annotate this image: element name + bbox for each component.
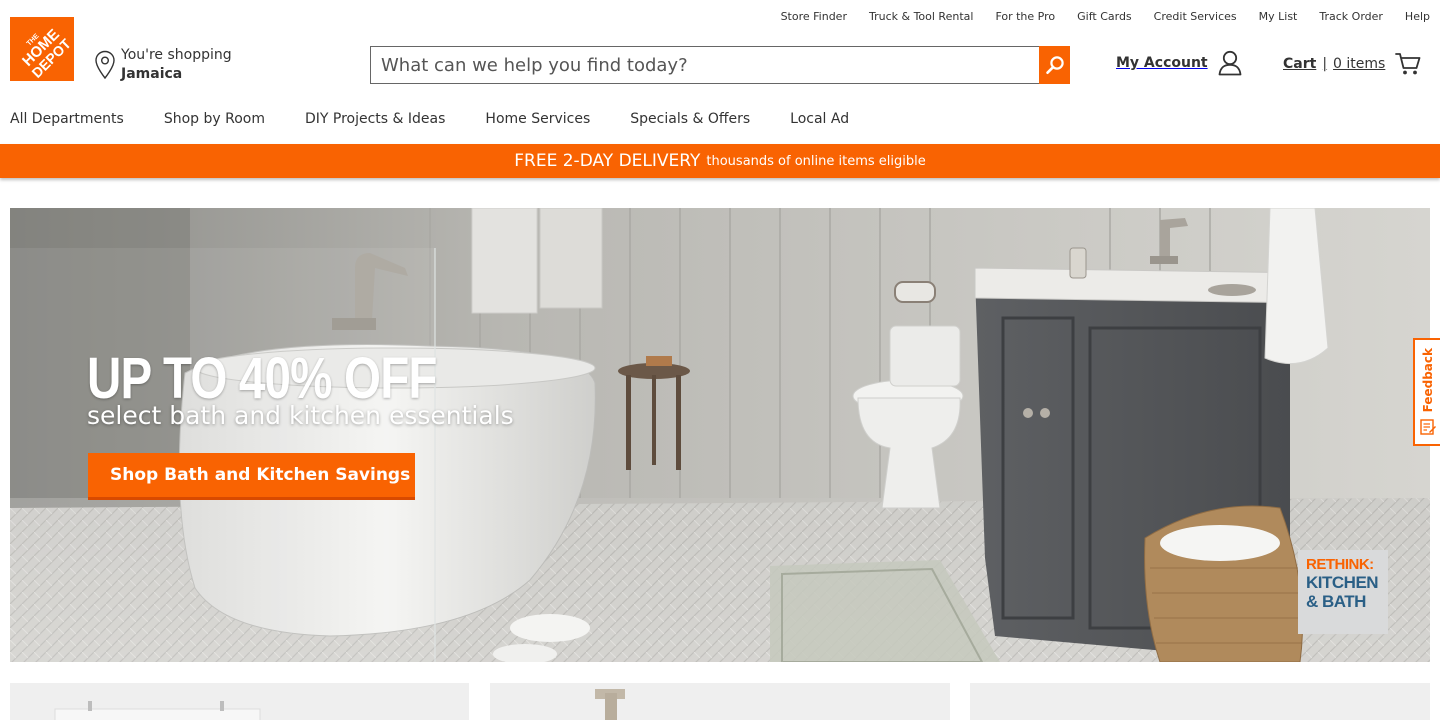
badge-line-3: & BATH [1306, 592, 1366, 611]
store-prefix: You're shopping [121, 47, 232, 63]
search-bar [370, 46, 1070, 84]
product-card-vanity[interactable] [10, 683, 469, 720]
home-depot-logo[interactable]: THE HOME DEPOT [10, 17, 74, 81]
location-pin-icon [95, 50, 115, 80]
user-icon [1218, 50, 1242, 76]
hero-subheadline: select bath and kitchen essentials [87, 401, 514, 430]
utility-link-truck-tool-rental[interactable]: Truck & Tool Rental [869, 10, 973, 23]
faucet-product-image [595, 689, 625, 720]
search-input[interactable] [371, 47, 1039, 83]
cart-label: Cart [1283, 56, 1317, 72]
nav-all-departments[interactable]: All Departments [10, 111, 124, 127]
bathroom-scene-image [10, 208, 1430, 662]
utility-link-my-list[interactable]: My List [1259, 10, 1298, 23]
badge-line-2: KITCHEN [1306, 573, 1379, 592]
search-button[interactable] [1039, 46, 1070, 84]
cart-count: 0 items [1333, 56, 1386, 72]
search-icon [1045, 56, 1064, 75]
utility-link-store-finder[interactable]: Store Finder [781, 10, 847, 23]
store-selector[interactable]: You're shopping Jamaica [94, 46, 232, 84]
nav-home-services[interactable]: Home Services [485, 111, 590, 127]
badge-line-1: RETHINK: [1306, 556, 1374, 573]
store-text: You're shopping Jamaica [121, 46, 232, 84]
feedback-icon [1419, 419, 1436, 436]
free-delivery-banner[interactable]: FREE 2-DAY DELIVERY thousands of online … [0, 144, 1440, 178]
nav-diy-projects-ideas[interactable]: DIY Projects & Ideas [305, 111, 445, 127]
utility-link-gift-cards[interactable]: Gift Cards [1077, 10, 1132, 23]
store-name: Jamaica [121, 66, 183, 82]
utility-nav: Store Finder Truck & Tool Rental For the… [759, 10, 1430, 23]
vanity-product-image [54, 701, 261, 720]
utility-link-help[interactable]: Help [1405, 10, 1430, 23]
promo-detail: thousands of online items eligible [706, 153, 926, 169]
utility-link-for-the-pro[interactable]: For the Pro [995, 10, 1055, 23]
main-nav: All Departments Shop by Room DIY Project… [10, 111, 889, 127]
feedback-label: Feedback [1420, 348, 1435, 413]
product-card-3[interactable] [970, 683, 1430, 720]
nav-local-ad[interactable]: Local Ad [790, 111, 849, 127]
hero-banner[interactable]: UP TO 40% OFF select bath and kitchen es… [10, 208, 1430, 662]
nav-specials-offers[interactable]: Specials & Offers [630, 111, 750, 127]
feedback-tab[interactable]: Feedback [1413, 338, 1440, 446]
cart-link[interactable]: Cart | 0 items [1283, 52, 1421, 76]
my-account-label: My Account [1116, 55, 1208, 71]
product-card-faucet[interactable] [490, 683, 950, 720]
home-depot-page: Store Finder Truck & Tool Rental For the… [0, 0, 1440, 720]
cart-separator: | [1322, 56, 1328, 72]
utility-link-track-order[interactable]: Track Order [1319, 10, 1383, 23]
rethink-kitchen-bath-badge: RETHINK: KITCHEN & BATH [1298, 550, 1388, 634]
nav-shop-by-room[interactable]: Shop by Room [164, 111, 265, 127]
promo-headline: FREE 2-DAY DELIVERY [514, 151, 701, 171]
cart-icon [1395, 53, 1421, 75]
my-account-link[interactable]: My Account [1116, 50, 1242, 76]
utility-link-credit-services[interactable]: Credit Services [1154, 10, 1237, 23]
shop-bath-kitchen-button[interactable]: Shop Bath and Kitchen Savings [88, 453, 415, 500]
